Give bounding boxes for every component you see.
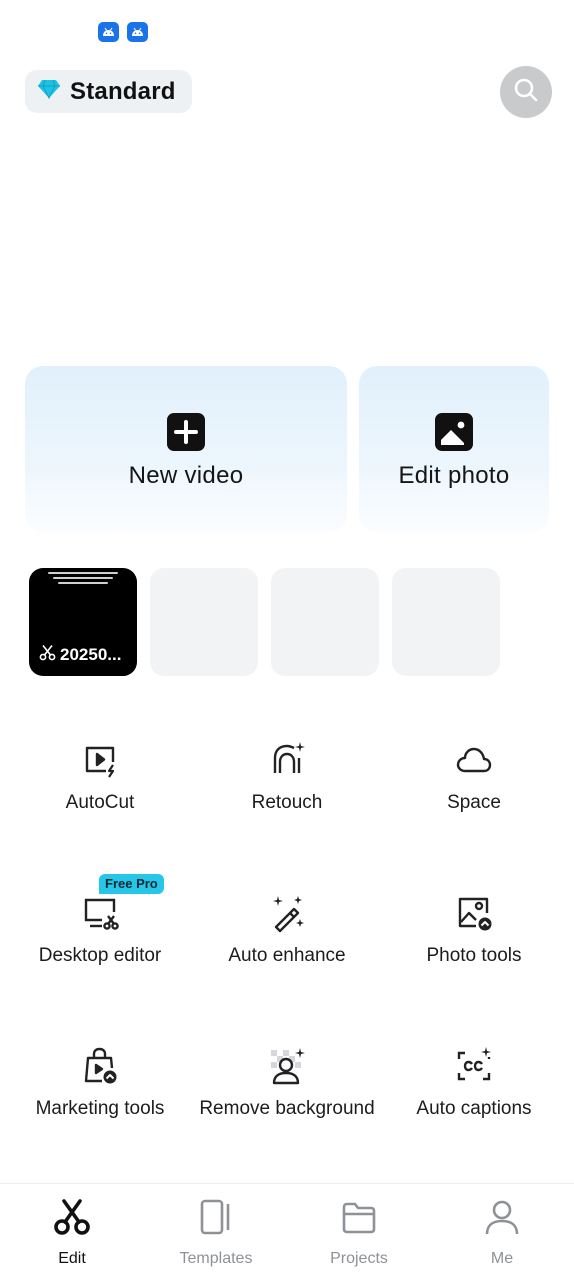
cloud-icon [454, 740, 494, 780]
nav-item-templates[interactable]: Templates [166, 1198, 266, 1268]
tool-remove-background[interactable]: Remove background [192, 1046, 382, 1120]
retouch-icon [267, 740, 307, 780]
tool-space[interactable]: Space [379, 740, 569, 814]
android-notification-icon [127, 22, 148, 42]
project-title: 20250... [60, 645, 122, 664]
thumbnail-preview [29, 572, 137, 584]
plan-badge[interactable]: Standard [25, 70, 192, 113]
nav-label: Edit [58, 1250, 86, 1267]
remove-background-icon [267, 1046, 307, 1086]
person-icon [483, 1198, 521, 1241]
tool-label: Desktop editor [38, 945, 162, 966]
tool-autocut[interactable]: AutoCut [5, 740, 195, 814]
tool-label: Auto captions [416, 1098, 532, 1119]
free-pro-badge: Free Pro [99, 874, 164, 894]
project-caption: 20250... [39, 644, 121, 666]
edit-home-screen: Standard New video Edit photo 20250... A… [0, 0, 574, 1280]
scissors-icon [53, 1198, 91, 1241]
recent-projects: 20250... [29, 568, 500, 676]
templates-icon [197, 1198, 235, 1241]
desktop-editor-icon [80, 893, 120, 933]
tool-auto-enhance[interactable]: Auto enhance [192, 893, 382, 967]
tool-photo-tools[interactable]: Photo tools [379, 893, 569, 967]
tool-label: Auto enhance [228, 945, 346, 966]
magic-wand-icon [267, 893, 307, 933]
recent-project-placeholder [150, 568, 258, 676]
shopping-bag-icon [80, 1046, 120, 1086]
tool-label: Retouch [251, 792, 323, 813]
plus-icon [166, 412, 206, 452]
tool-marketing-tools[interactable]: Marketing tools [5, 1046, 195, 1120]
nav-item-me[interactable]: Me [452, 1198, 552, 1268]
android-notification-icon [98, 22, 119, 42]
recent-project-placeholder [392, 568, 500, 676]
recent-project-placeholder [271, 568, 379, 676]
edit-photo-card[interactable]: Edit photo [359, 366, 549, 532]
folder-icon [340, 1198, 378, 1241]
autocut-icon [80, 740, 120, 780]
scissors-icon [39, 644, 56, 666]
status-bar-icons [98, 22, 148, 42]
nav-label: Me [490, 1250, 514, 1267]
tool-desktop-editor[interactable]: Desktop editor [5, 893, 195, 967]
image-icon [434, 412, 474, 452]
tool-label: Space [447, 792, 501, 813]
nav-item-projects[interactable]: Projects [309, 1198, 409, 1268]
nav-label: Templates [179, 1250, 253, 1267]
bottom-navigation: Edit Templates Projects Me [0, 1183, 574, 1280]
tool-label: Remove background [199, 1098, 375, 1119]
captions-icon [454, 1046, 494, 1086]
recent-project-thumbnail[interactable]: 20250... [29, 568, 137, 676]
nav-item-edit[interactable]: Edit [22, 1198, 122, 1268]
new-video-card[interactable]: New video [25, 366, 347, 532]
tool-retouch[interactable]: Retouch [192, 740, 382, 814]
search-button[interactable] [500, 66, 552, 118]
tool-label: AutoCut [65, 792, 135, 813]
photo-tools-icon [454, 893, 494, 933]
plan-label: Standard [70, 77, 176, 105]
tool-label: Photo tools [426, 945, 522, 966]
search-icon [513, 77, 539, 108]
nav-label: Projects [330, 1250, 388, 1267]
tool-auto-captions[interactable]: Auto captions [379, 1046, 569, 1120]
diamond-icon [37, 79, 61, 104]
edit-photo-label: Edit photo [398, 462, 510, 489]
tool-label: Marketing tools [35, 1098, 165, 1119]
new-video-label: New video [128, 462, 244, 489]
